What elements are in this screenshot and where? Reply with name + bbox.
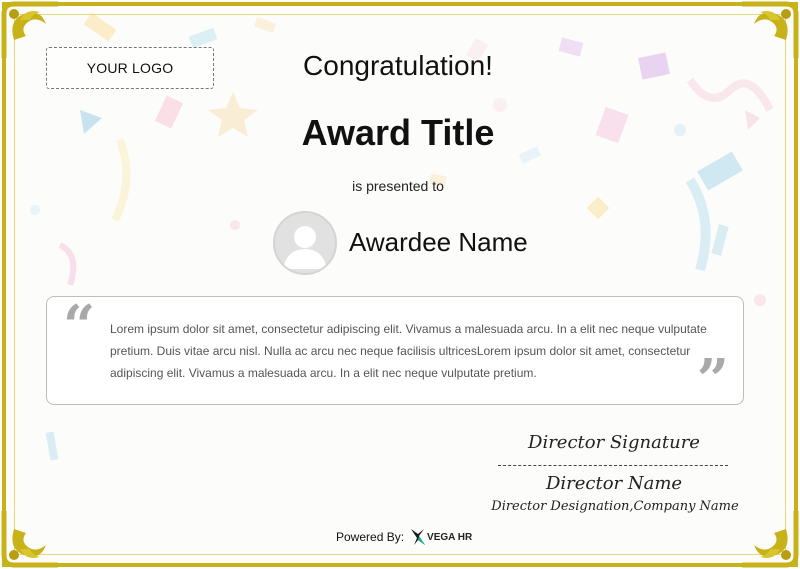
quote-close-icon: ”	[696, 347, 729, 413]
vega-hr-logo-icon	[411, 529, 426, 545]
director-designation: Director Designation,Company Name	[491, 499, 739, 514]
congratulation-heading: Congratulation!	[303, 50, 493, 81]
presented-to-text: is presented to	[352, 178, 444, 194]
ornamental-corner-icon	[742, 511, 799, 568]
powered-by-label: Powered By:	[336, 530, 405, 544]
director-signature: Director Signature	[528, 432, 700, 453]
user-silhouette-icon	[283, 226, 327, 269]
ornamental-corner-icon	[1, 511, 58, 568]
signature-line	[498, 465, 728, 466]
avatar	[273, 211, 337, 275]
awardee-name: Awardee Name	[349, 227, 528, 257]
citation-text: Lorem ipsum dolor sit amet, consectetur …	[110, 322, 707, 380]
director-name: Director Name	[545, 473, 683, 494]
award-title: Award Title	[301, 112, 495, 153]
citation-box: “ Lorem ipsum dolor sit amet, consectetu…	[46, 293, 744, 413]
powered-by: Powered By: VEGA HR	[336, 528, 472, 546]
quote-open-icon: “	[63, 293, 96, 359]
powered-by-brand[interactable]: VEGA HR	[427, 532, 472, 543]
